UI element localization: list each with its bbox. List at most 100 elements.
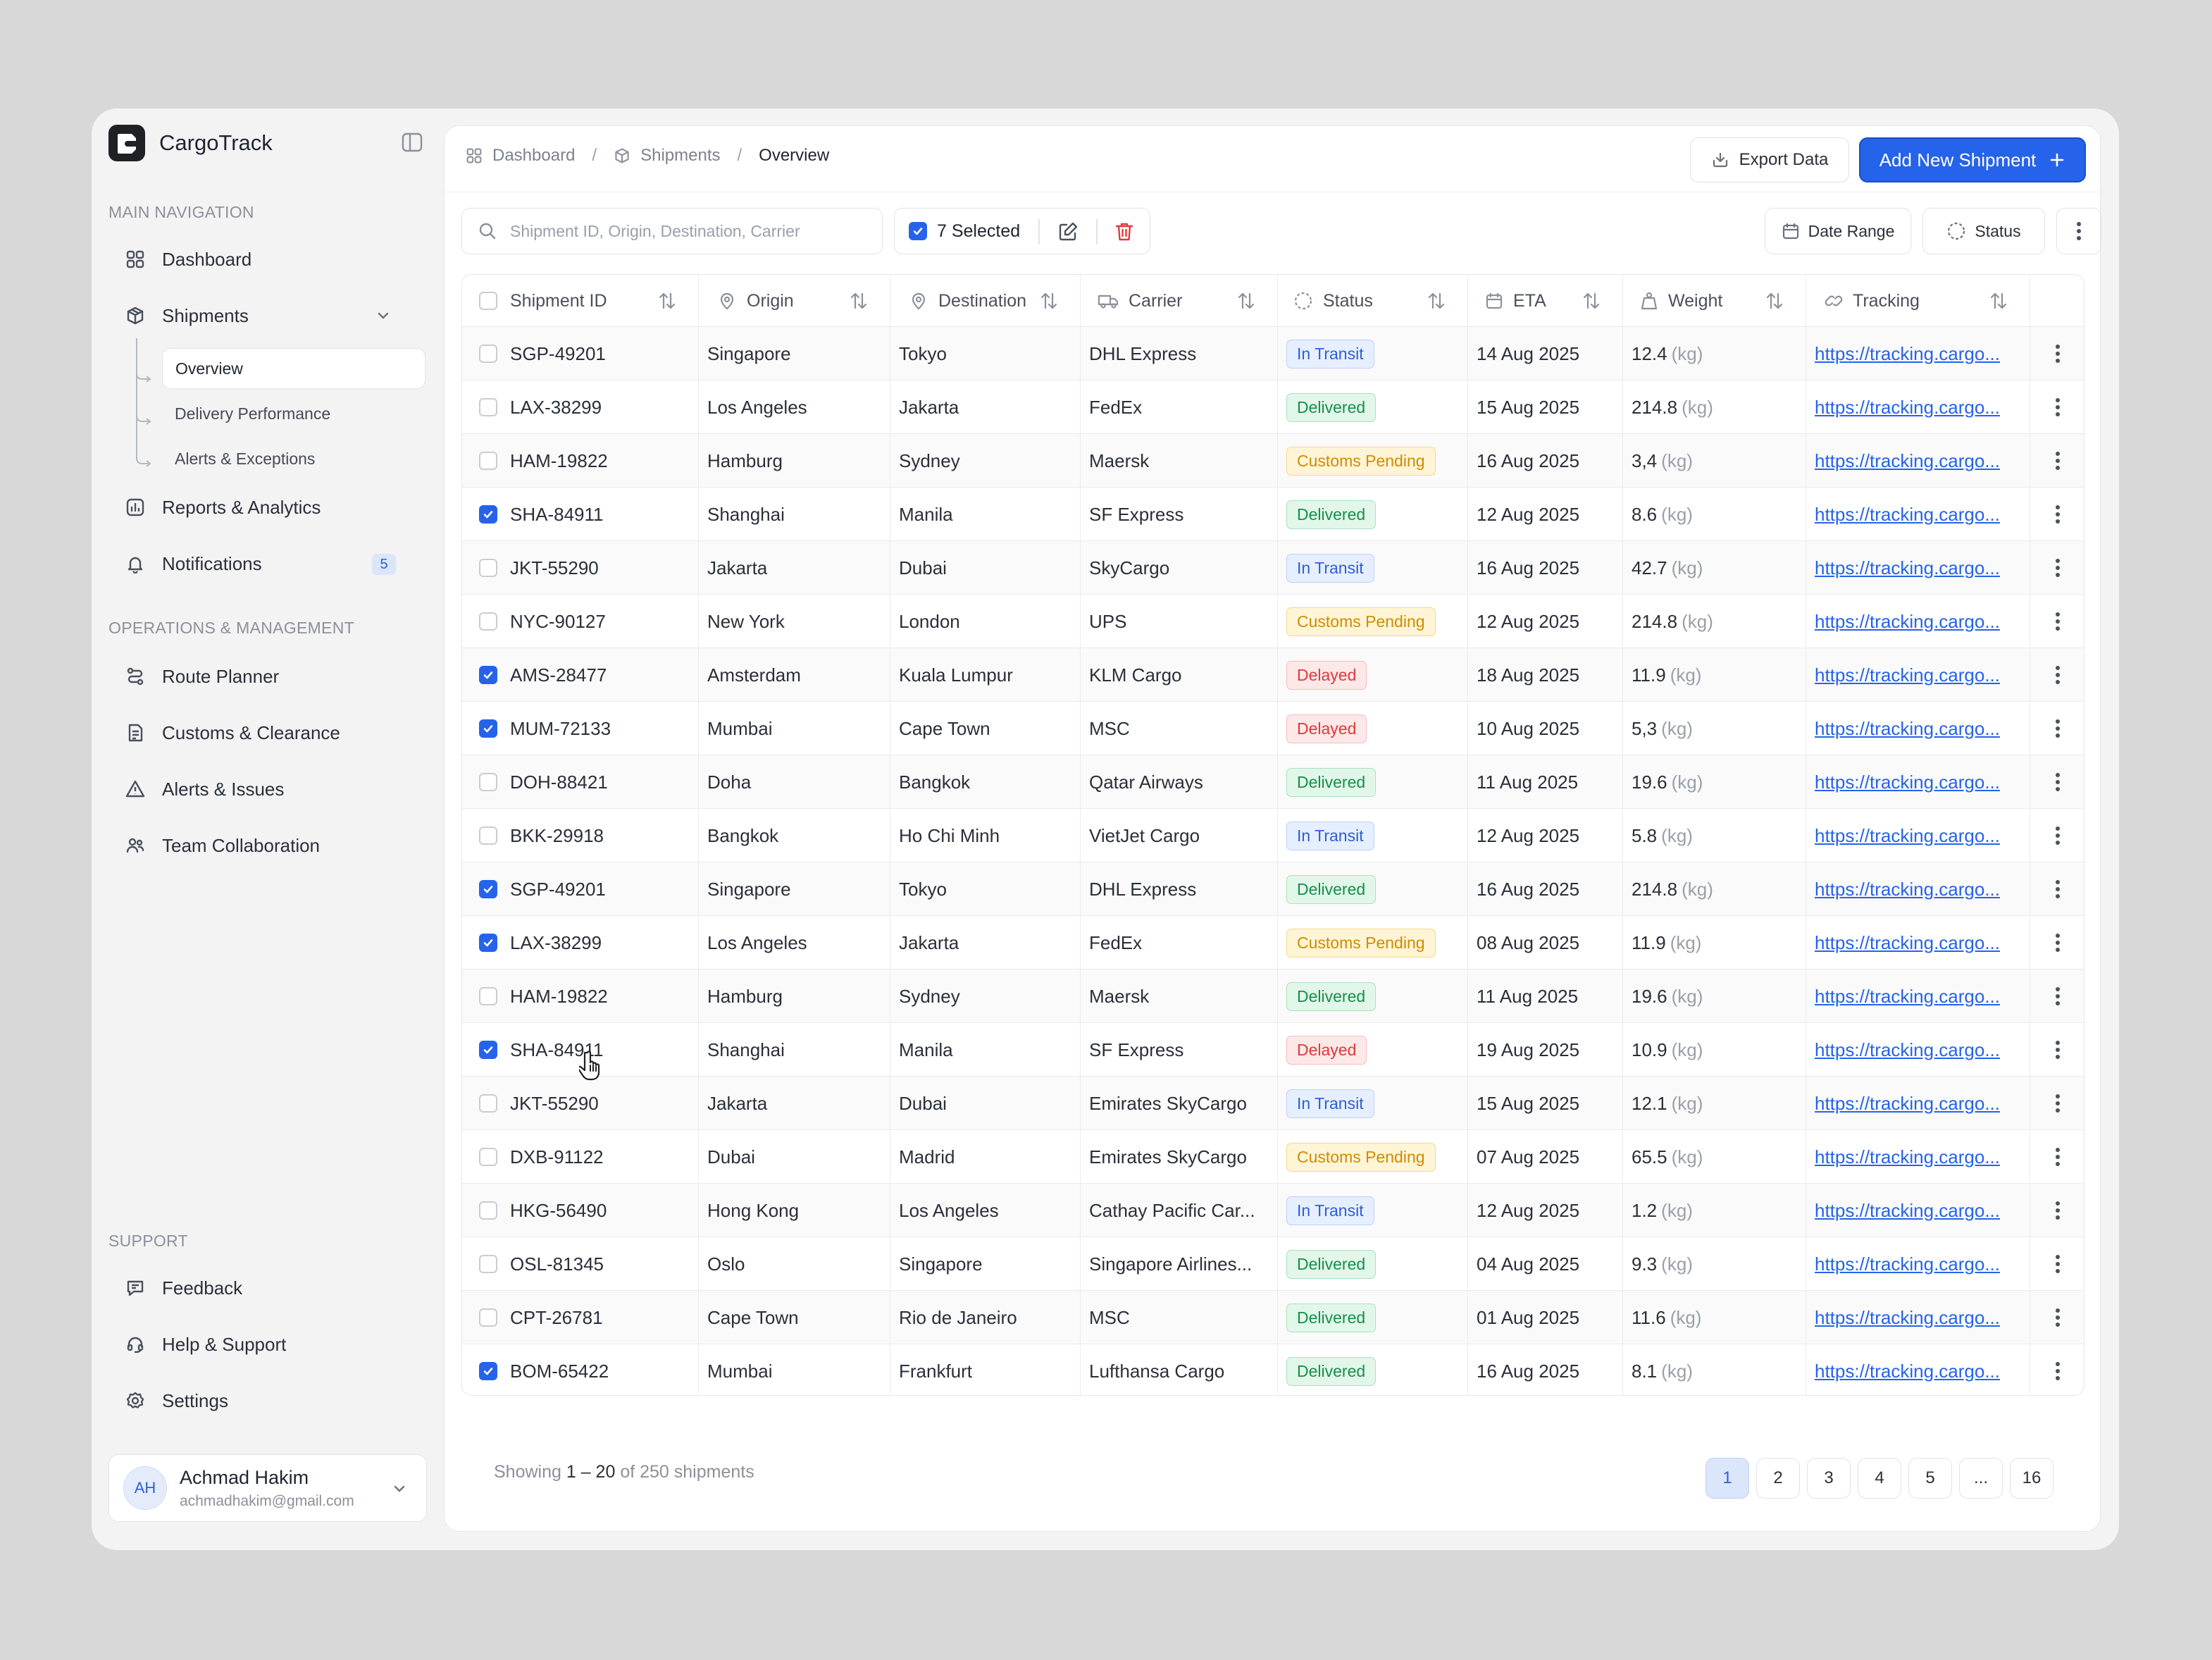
sort-icon[interactable] — [1236, 291, 1256, 311]
edit-icon[interactable] — [1057, 221, 1079, 243]
row-menu-icon[interactable] — [2030, 434, 2084, 488]
column-shipment-id[interactable]: Shipment ID — [462, 275, 699, 327]
row-menu-icon[interactable] — [2030, 327, 2084, 380]
table-row[interactable]: MUM-72133 Mumbai Cape Town MSC Delayed 10 Aug… — [462, 702, 2084, 755]
row-checkbox[interactable] — [479, 666, 497, 684]
table-row[interactable]: BOM-65422 Mumbai Frankfurt Lufthansa Cargo D… — [462, 1344, 2084, 1395]
column-eta[interactable]: ETA — [1468, 275, 1623, 327]
brand[interactable]: CargoTrack — [108, 124, 273, 162]
row-menu-icon[interactable] — [2030, 380, 2084, 434]
row-menu-icon[interactable] — [2030, 1130, 2084, 1184]
row-checkbox[interactable] — [479, 1362, 497, 1380]
page-button[interactable]: 2 — [1756, 1458, 1800, 1499]
search-input[interactable] — [510, 221, 876, 241]
page-button[interactable]: 5 — [1908, 1458, 1952, 1499]
table-row[interactable]: NYC-90127 New York London UPS Customs Pendin… — [462, 595, 2084, 648]
tracking-link[interactable]: https://tracking.cargo... — [1815, 772, 2000, 793]
table-row[interactable]: HAM-19822 Hamburg Sydney Maersk Customs Pend… — [462, 434, 2084, 488]
row-menu-icon[interactable] — [2030, 1023, 2084, 1077]
table-row[interactable]: SGP-49201 Singapore Tokyo DHL Express In Tra… — [462, 327, 2084, 380]
status-filter-button[interactable]: Status — [1922, 208, 2045, 254]
row-checkbox[interactable] — [479, 345, 497, 363]
row-menu-icon[interactable] — [2030, 970, 2084, 1023]
trash-icon[interactable] — [1113, 221, 1136, 243]
row-menu-icon[interactable] — [2030, 1237, 2084, 1291]
more-options-button[interactable] — [2056, 208, 2101, 254]
sidebar-item-customs[interactable]: Customs & Clearance — [108, 710, 410, 755]
row-menu-icon[interactable] — [2030, 595, 2084, 648]
column-tracking[interactable]: Tracking — [1806, 275, 2030, 327]
row-menu-icon[interactable] — [2030, 862, 2084, 916]
breadcrumb-shipments[interactable]: Shipments — [614, 146, 720, 166]
header-checkbox[interactable] — [479, 292, 497, 310]
select-all-checkbox[interactable] — [909, 222, 927, 240]
sidebar-subitem-overview[interactable]: Overview — [162, 348, 425, 389]
tracking-link[interactable]: https://tracking.cargo... — [1815, 1307, 2000, 1329]
table-row[interactable]: BKK-29918 Bangkok Ho Chi Minh VietJet Cargo… — [462, 809, 2084, 862]
date-range-button[interactable]: Date Range — [1765, 208, 1911, 254]
tracking-link[interactable]: https://tracking.cargo... — [1815, 986, 2000, 1008]
row-menu-icon[interactable] — [2030, 1077, 2084, 1130]
row-checkbox[interactable] — [479, 505, 497, 524]
sidebar-item-settings[interactable]: Settings — [108, 1378, 410, 1423]
row-menu-icon[interactable] — [2030, 916, 2084, 970]
row-menu-icon[interactable] — [2030, 488, 2084, 541]
table-row[interactable]: HAM-19822 Hamburg Sydney Maersk Delivered 11 … — [462, 970, 2084, 1023]
row-checkbox[interactable] — [479, 1094, 497, 1113]
row-menu-icon[interactable] — [2030, 1184, 2084, 1237]
chevron-down-icon[interactable] — [391, 1480, 408, 1497]
column-carrier[interactable]: Carrier — [1081, 275, 1278, 327]
tracking-link[interactable]: https://tracking.cargo... — [1815, 1039, 2000, 1061]
table-row[interactable]: LAX-38299 Los Angeles Jakarta FedEx Customs … — [462, 916, 2084, 970]
sidebar-item-shipments[interactable]: Shipments — [108, 293, 410, 338]
table-row[interactable]: JKT-55290 Jakarta Dubai Emirates SkyCargo In… — [462, 1077, 2084, 1130]
page-button[interactable]: 16 — [2010, 1458, 2053, 1499]
sidebar-item-help[interactable]: Help & Support — [108, 1322, 410, 1367]
table-row[interactable]: AMS-28477 Amsterdam Kuala Lumpur KLM Cargo D… — [462, 648, 2084, 702]
tracking-link[interactable]: https://tracking.cargo... — [1815, 343, 2000, 365]
tracking-link[interactable]: https://tracking.cargo... — [1815, 1146, 2000, 1168]
table-row[interactable]: SHA-84911 Shanghai Manila SF Express Deliver… — [462, 488, 2084, 541]
row-menu-icon[interactable] — [2030, 1291, 2084, 1344]
table-row[interactable]: DOH-88421 Doha Bangkok Qatar Airways Deliver… — [462, 755, 2084, 809]
row-checkbox[interactable] — [479, 987, 497, 1005]
chevron-down-icon[interactable] — [375, 307, 392, 324]
sort-icon[interactable] — [849, 291, 869, 311]
row-checkbox[interactable] — [479, 773, 497, 791]
sidebar-item-team-collaboration[interactable]: Team Collaboration — [108, 823, 410, 868]
tracking-link[interactable]: https://tracking.cargo... — [1815, 718, 2000, 740]
sidebar-item-feedback[interactable]: Feedback — [108, 1265, 410, 1311]
row-checkbox[interactable] — [479, 826, 497, 845]
sidebar-item-reports[interactable]: Reports & Analytics — [108, 485, 410, 530]
sort-icon[interactable] — [1427, 291, 1446, 311]
tracking-link[interactable]: https://tracking.cargo... — [1815, 504, 2000, 526]
tracking-link[interactable]: https://tracking.cargo... — [1815, 879, 2000, 900]
sort-icon[interactable] — [1039, 291, 1059, 311]
row-menu-icon[interactable] — [2030, 1344, 2084, 1395]
tracking-link[interactable]: https://tracking.cargo... — [1815, 1361, 2000, 1382]
tracking-link[interactable]: https://tracking.cargo... — [1815, 1093, 2000, 1115]
row-menu-icon[interactable] — [2030, 541, 2084, 595]
export-data-button[interactable]: Export Data — [1690, 137, 1849, 182]
row-menu-icon[interactable] — [2030, 809, 2084, 862]
column-weight[interactable]: Weight — [1623, 275, 1806, 327]
row-checkbox[interactable] — [479, 934, 497, 952]
row-checkbox[interactable] — [479, 398, 497, 416]
row-checkbox[interactable] — [479, 1041, 497, 1059]
table-row[interactable]: SGP-49201 Singapore Tokyo DHL Express Delive… — [462, 862, 2084, 916]
row-checkbox[interactable] — [479, 1255, 497, 1273]
add-new-shipment-button[interactable]: Add New Shipment — [1859, 137, 2086, 182]
row-checkbox[interactable] — [479, 559, 497, 577]
sidebar-subitem-delivery-performance[interactable]: Delivery Performance — [162, 393, 330, 434]
row-checkbox[interactable] — [479, 719, 497, 738]
table-row[interactable]: OSL-81345 Oslo Singapore Singapore Airlines… — [462, 1237, 2084, 1291]
row-menu-icon[interactable] — [2030, 702, 2084, 755]
page-button[interactable]: 3 — [1807, 1458, 1851, 1499]
row-checkbox[interactable] — [479, 1148, 497, 1166]
sidebar-item-route-planner[interactable]: Route Planner — [108, 654, 410, 699]
table-row[interactable]: CPT-26781 Cape Town Rio de Janeiro MSC Deliv… — [462, 1291, 2084, 1344]
row-menu-icon[interactable] — [2030, 648, 2084, 702]
table-row[interactable]: SHA-84911 Shanghai Manila SF Express Delayed… — [462, 1023, 2084, 1077]
table-row[interactable]: JKT-55290 Jakarta Dubai SkyCargo In Transit 1… — [462, 541, 2084, 595]
tracking-link[interactable]: https://tracking.cargo... — [1815, 932, 2000, 954]
